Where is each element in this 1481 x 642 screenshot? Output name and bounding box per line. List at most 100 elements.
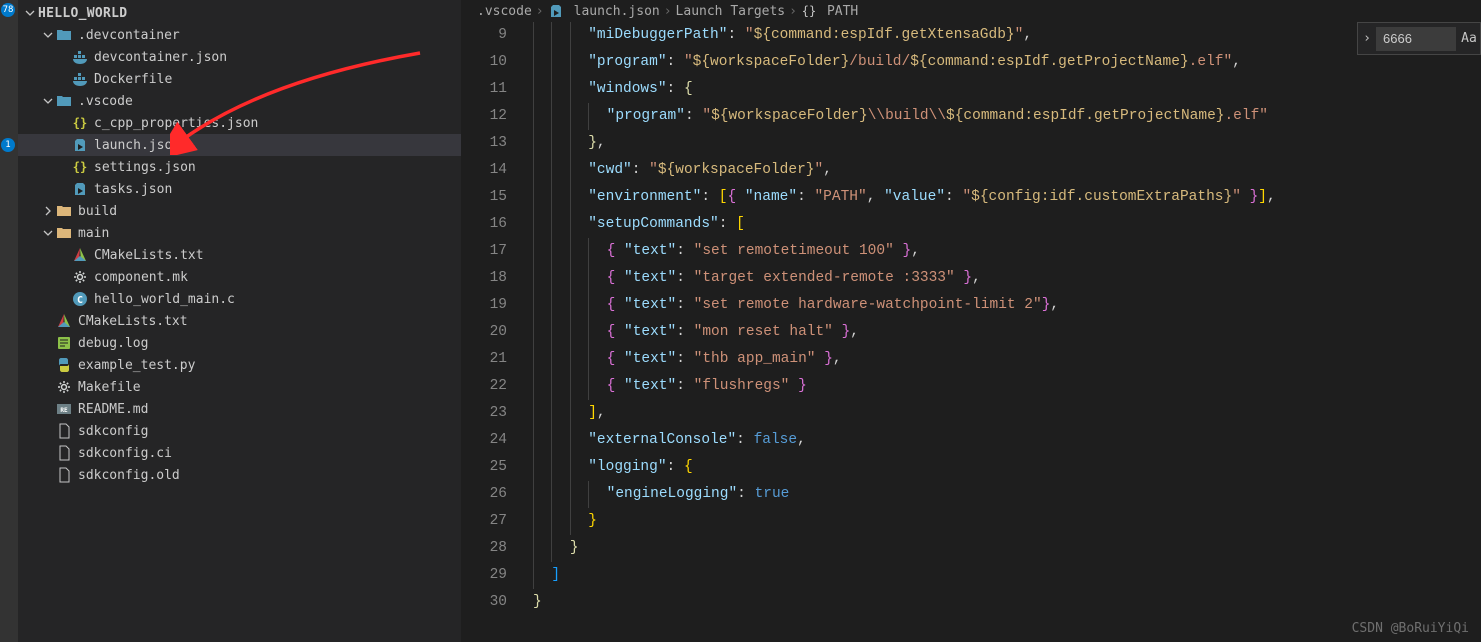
tree-item-component-mk[interactable]: component.mk xyxy=(18,266,461,288)
tree-item-cmakelists-txt[interactable]: CMakeLists.txt xyxy=(18,244,461,266)
code-line[interactable]: { "text": "thb app_main" }, xyxy=(533,346,1481,373)
docker-icon xyxy=(72,49,88,65)
breadcrumb-item[interactable]: PATH xyxy=(827,4,858,19)
code-line[interactable]: "miDebuggerPath": "${command:espIdf.getX… xyxy=(533,22,1481,49)
tree-item-build[interactable]: build xyxy=(18,200,461,222)
code-line[interactable]: ] xyxy=(533,562,1481,589)
code-line[interactable]: "program": "${workspaceFolder}/build/${c… xyxy=(533,49,1481,76)
readme-icon: RE xyxy=(56,401,72,417)
code-line[interactable]: "externalConsole": false, xyxy=(533,427,1481,454)
tree-label: build xyxy=(78,204,117,219)
match-case-icon[interactable]: Aa xyxy=(1458,28,1480,50)
svg-text:RE: RE xyxy=(60,407,68,414)
tree-item-example-test-py[interactable]: example_test.py xyxy=(18,354,461,376)
tree-label: sdkconfig xyxy=(78,424,148,439)
tree-item-makefile[interactable]: Makefile xyxy=(18,376,461,398)
folder-teal-icon xyxy=(56,93,72,109)
code-line[interactable]: { "text": "flushregs" } xyxy=(533,373,1481,400)
tree-item--devcontainer[interactable]: .devcontainer xyxy=(18,24,461,46)
folder-icon xyxy=(56,225,72,241)
find-input[interactable] xyxy=(1376,27,1456,51)
tree-item-cmakelists-txt[interactable]: CMakeLists.txt xyxy=(18,310,461,332)
find-widget[interactable]: › Aa xyxy=(1357,22,1481,55)
breadcrumb-item[interactable]: launch.json xyxy=(574,4,660,19)
chevron-down-icon[interactable] xyxy=(40,93,56,109)
tree-label: sdkconfig.ci xyxy=(78,446,172,461)
code-line[interactable]: { "text": "mon reset halt" }, xyxy=(533,319,1481,346)
log-icon xyxy=(56,335,72,351)
file-icon xyxy=(56,445,72,461)
code-line[interactable]: "logging": { xyxy=(533,454,1481,481)
tree-item-dockerfile[interactable]: Dockerfile xyxy=(18,68,461,90)
tree-label: launch.json xyxy=(94,138,180,153)
tree-item-devcontainer-json[interactable]: devcontainer.json xyxy=(18,46,461,68)
python-icon xyxy=(56,357,72,373)
tree-item-sdkconfig-old[interactable]: sdkconfig.old xyxy=(18,464,461,486)
tree-label: .devcontainer xyxy=(78,28,180,43)
tree-label: Makefile xyxy=(78,380,141,395)
tree-item-sdkconfig-ci[interactable]: sdkconfig.ci xyxy=(18,442,461,464)
tree-label: devcontainer.json xyxy=(94,50,227,65)
tree-item-debug-log[interactable]: debug.log xyxy=(18,332,461,354)
svg-text:C: C xyxy=(77,295,83,306)
breadcrumb-item[interactable]: .vscode xyxy=(477,4,532,19)
folder-icon xyxy=(56,203,72,219)
tree-item-tasks-json[interactable]: tasks.json xyxy=(18,178,461,200)
breadcrumb-item[interactable]: Launch Targets xyxy=(676,4,786,19)
chevron-down-icon[interactable] xyxy=(22,5,38,21)
root-label: HELLO_WORLD xyxy=(38,6,127,21)
tree-item-readme-md[interactable]: RE README.md xyxy=(18,398,461,420)
tree-label: CMakeLists.txt xyxy=(94,248,204,263)
gear-icon xyxy=(72,269,88,285)
code-line[interactable]: { "text": "set remote hardware-watchpoin… xyxy=(533,292,1481,319)
docker-icon xyxy=(72,71,88,87)
explorer-root[interactable]: HELLO_WORLD xyxy=(18,2,461,24)
tree-label: README.md xyxy=(78,402,148,417)
tree-item-hello-world-main-c[interactable]: Chello_world_main.c xyxy=(18,288,461,310)
code-line[interactable]: { "text": "set remotetimeout 100" }, xyxy=(533,238,1481,265)
chevron-down-icon[interactable] xyxy=(40,225,56,241)
code-line[interactable]: }, xyxy=(533,130,1481,157)
folder-teal-icon xyxy=(56,27,72,43)
badge-1: 1 xyxy=(1,138,15,152)
breadcrumbs[interactable]: .vscode›launch.json›Launch Targets›{}PAT… xyxy=(461,0,1481,22)
debug-icon xyxy=(72,181,88,197)
cmake-icon xyxy=(56,313,72,329)
json-icon: {} xyxy=(72,115,88,131)
tree-label: .vscode xyxy=(78,94,133,109)
tree-item-launch-json[interactable]: launch.json xyxy=(18,134,461,156)
code-line[interactable]: "environment": [{ "name": "PATH", "value… xyxy=(533,184,1481,211)
tree-label: sdkconfig.old xyxy=(78,468,180,483)
code-line[interactable]: } xyxy=(533,508,1481,535)
code-editor[interactable]: 9101112131415161718192021222324252627282… xyxy=(461,22,1481,642)
tree-item-main[interactable]: main xyxy=(18,222,461,244)
code-line[interactable]: "cwd": "${workspaceFolder}", xyxy=(533,157,1481,184)
code-line[interactable]: "program": "${workspaceFolder}\\build\\$… xyxy=(533,103,1481,130)
tree-label: debug.log xyxy=(78,336,148,351)
tree-item--vscode[interactable]: .vscode xyxy=(18,90,461,112)
code-line[interactable]: "engineLogging": true xyxy=(533,481,1481,508)
tree-item-sdkconfig[interactable]: sdkconfig xyxy=(18,420,461,442)
badge-78: 78 xyxy=(1,3,15,17)
braces-icon: {} xyxy=(801,3,817,19)
debug-icon xyxy=(548,3,564,19)
chevron-down-icon[interactable] xyxy=(40,27,56,43)
explorer-sidebar[interactable]: HELLO_WORLD .devcontainer devcontainer.jso… xyxy=(18,0,461,642)
tree-item-settings-json[interactable]: {}settings.json xyxy=(18,156,461,178)
code-line[interactable]: "setupCommands": [ xyxy=(533,211,1481,238)
code-line[interactable]: } xyxy=(533,535,1481,562)
tree-label: component.mk xyxy=(94,270,188,285)
json-icon: {} xyxy=(72,159,88,175)
code-line[interactable]: { "text": "target extended-remote :3333"… xyxy=(533,265,1481,292)
chevron-right-icon[interactable] xyxy=(40,203,56,219)
activity-bar[interactable]: 78 1 xyxy=(0,0,18,642)
code-line[interactable]: } xyxy=(533,589,1481,616)
code-line[interactable]: "windows": { xyxy=(533,76,1481,103)
tree-label: main xyxy=(78,226,109,241)
tree-label: hello_world_main.c xyxy=(94,292,235,307)
tree-label: example_test.py xyxy=(78,358,195,373)
tree-item-c-cpp-properties-json[interactable]: {}c_cpp_properties.json xyxy=(18,112,461,134)
chevron-right-icon[interactable]: › xyxy=(1358,23,1376,54)
code-line[interactable]: ], xyxy=(533,400,1481,427)
cmake-icon xyxy=(72,247,88,263)
